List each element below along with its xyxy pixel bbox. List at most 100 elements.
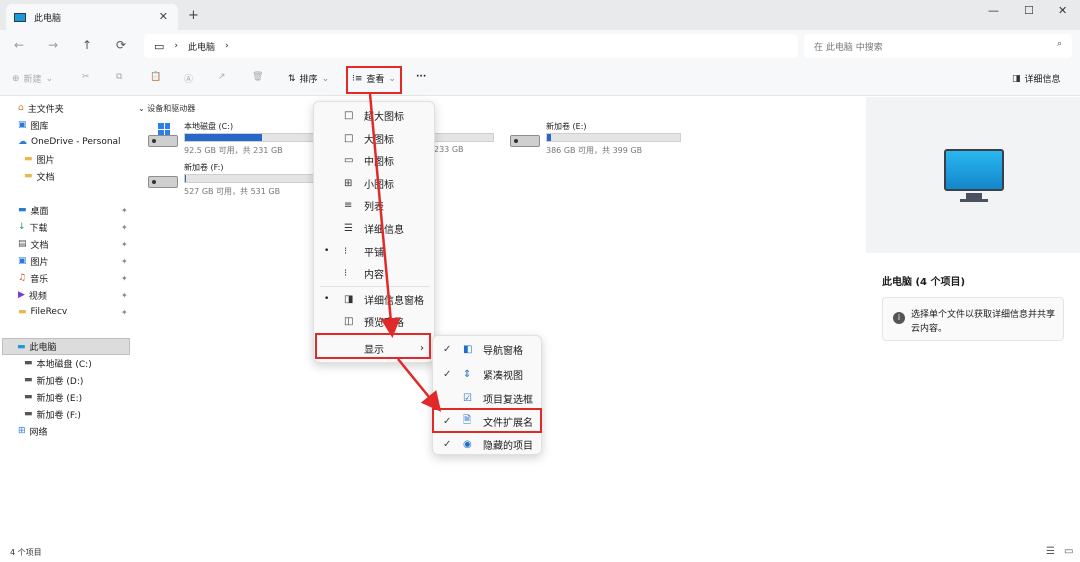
checkmark-icon: ✓ bbox=[443, 343, 452, 355]
sort-label: 排序 bbox=[299, 75, 318, 85]
download-icon: ↓ bbox=[18, 222, 26, 232]
file-view: ⌄ 设备和驱动器 本地磁盘 (C:) 92.5 GB 可用，共 231 GB 2… bbox=[136, 97, 864, 542]
submenu-item-item-checkboxes[interactable]: ☑ 项目复选框 bbox=[433, 387, 541, 409]
chevron-right-icon[interactable]: › bbox=[225, 41, 229, 51]
details-pane-button[interactable]: ◨ 详细信息 bbox=[1012, 72, 1061, 86]
command-bar: ⊕ 新建 ⌄ ✂ ⧉ 📋 Ⓐ ↗ 🗑 ⇅ 排序 ⌄ ⁝≡ 查看 ⌄ ··· ◨ … bbox=[0, 62, 1080, 96]
details-info-box: i 选择单个文件以获取详细信息并共享云内容。 bbox=[882, 297, 1064, 341]
sidebar-item-pictures[interactable]: ▣ 图片 bbox=[18, 253, 49, 269]
menu-item-content[interactable]: ⁝ 内容 bbox=[314, 263, 434, 283]
submenu-item-label: 隐藏的项目 bbox=[483, 440, 533, 452]
sidebar-item-desktop[interactable]: ▬ 桌面 bbox=[18, 202, 49, 218]
copy-icon[interactable]: ⧉ bbox=[116, 72, 122, 82]
pin-icon[interactable]: ✦ bbox=[121, 308, 128, 317]
new-button[interactable]: ⊕ 新建 ⌄ bbox=[12, 72, 53, 86]
minimize-button[interactable]: — bbox=[988, 4, 999, 17]
sidebar-item-label: 图片 bbox=[36, 155, 55, 166]
info-icon: i bbox=[893, 312, 905, 324]
medium-icons-icon: ▭ bbox=[344, 154, 354, 166]
sidebar-item-downloads[interactable]: ↓ 下载 bbox=[18, 219, 48, 235]
maximize-button[interactable]: ☐ bbox=[1024, 4, 1034, 17]
menu-item-label: 超大图标 bbox=[364, 111, 404, 123]
submenu-item-hidden-items[interactable]: ✓ ◉ 隐藏的项目 bbox=[433, 433, 541, 455]
sidebar-item-documents[interactable]: ▤ 文档 bbox=[18, 236, 49, 252]
share-icon[interactable]: ↗ bbox=[218, 72, 226, 82]
sidebar-item-label: FileRecv bbox=[30, 307, 68, 317]
sidebar-item-this-pc[interactable]: ▬ 此电脑 bbox=[2, 338, 130, 355]
sidebar-item-videos[interactable]: ▶ 视频 bbox=[18, 287, 47, 303]
submenu-item-compact-view[interactable]: ✓ ⇕ 紧凑视图 bbox=[433, 363, 541, 385]
menu-item-small-icons[interactable]: ⊞ 小图标 bbox=[314, 173, 434, 193]
paste-icon[interactable]: 📋 bbox=[150, 72, 161, 82]
menu-item-large-icons[interactable]: □ 大图标 bbox=[314, 128, 434, 148]
sidebar-item-onedrive-documents[interactable]: ▬ 文档 bbox=[24, 168, 55, 184]
delete-icon[interactable]: 🗑 bbox=[252, 72, 263, 82]
drive-usage-bar bbox=[546, 133, 681, 142]
drive-usage-bar bbox=[184, 174, 314, 183]
pin-icon[interactable]: ✦ bbox=[121, 240, 128, 249]
sidebar-item-drive-c[interactable]: ▬ 本地磁盘 (C:) bbox=[24, 355, 92, 371]
menu-item-extra-large-icons[interactable]: □ 超大图标 bbox=[314, 105, 434, 125]
drive-tile-c[interactable]: 本地磁盘 (C:) 92.5 GB 可用，共 231 GB bbox=[148, 121, 318, 155]
windows-logo-icon bbox=[158, 123, 170, 135]
search-icon[interactable]: ⌕ bbox=[1057, 39, 1062, 49]
sidebar-item-gallery[interactable]: ▣ 图库 bbox=[18, 117, 49, 133]
pin-icon[interactable]: ✦ bbox=[121, 257, 128, 266]
pin-icon[interactable]: ✦ bbox=[121, 291, 128, 300]
menu-item-details[interactable]: ☰ 详细信息 bbox=[314, 218, 434, 238]
sidebar-item-onedrive[interactable]: ☁ OneDrive - Personal bbox=[18, 134, 121, 150]
details-view-icon[interactable]: ☰ bbox=[1046, 546, 1055, 557]
drive-tile-e[interactable]: 新加卷 (E:) 386 GB 可用，共 399 GB bbox=[510, 121, 681, 155]
search-input[interactable]: 在 此电脑 中搜索 ⌕ bbox=[804, 34, 1072, 58]
computer-icon: ▬ bbox=[17, 341, 26, 352]
menu-item-medium-icons[interactable]: ▭ 中图标 bbox=[314, 150, 434, 170]
sidebar-item-filerecv[interactable]: ▬ FileRecv bbox=[18, 304, 67, 320]
forward-icon[interactable]: → bbox=[48, 38, 58, 52]
sidebar-item-drive-d[interactable]: ▬ 新加卷 (D:) bbox=[24, 372, 83, 388]
details-pane-icon: ◨ bbox=[344, 293, 354, 305]
sidebar-item-drive-f[interactable]: ▬ 新加卷 (F:) bbox=[24, 406, 81, 422]
pin-icon[interactable]: ✦ bbox=[121, 206, 128, 215]
navigation-pane-icon: ◧ bbox=[463, 343, 473, 355]
sidebar-item-music[interactable]: ♫ 音乐 bbox=[18, 270, 48, 286]
sort-button[interactable]: ⇅ 排序 ⌄ bbox=[288, 72, 329, 86]
rename-icon[interactable]: Ⓐ bbox=[184, 72, 193, 85]
menu-item-details-pane[interactable]: • ◨ 详细信息窗格 bbox=[314, 289, 434, 309]
new-tab-button[interactable]: + bbox=[188, 8, 199, 23]
drive-tile-f[interactable]: 新加卷 (F:) 527 GB 可用，共 531 GB bbox=[148, 162, 318, 196]
details-icon: ☰ bbox=[344, 222, 353, 234]
section-title: 设备和驱动器 bbox=[147, 104, 196, 113]
sidebar-item-onedrive-pictures[interactable]: ▬ 图片 bbox=[24, 151, 55, 167]
menu-item-preview-pane[interactable]: ◫ 预览窗格 bbox=[314, 311, 434, 331]
menu-item-label: 大图标 bbox=[364, 134, 394, 146]
more-options-button[interactable]: ··· bbox=[416, 72, 426, 82]
sidebar-item-network[interactable]: ⊞ 网络 bbox=[18, 423, 48, 439]
drive-icon: ▬ bbox=[24, 409, 33, 419]
sidebar-item-drive-e[interactable]: ▬ 新加卷 (E:) bbox=[24, 389, 82, 405]
back-icon[interactable]: ← bbox=[14, 38, 24, 52]
status-bar: 4 个项目 ☰ ▭ bbox=[0, 542, 1080, 562]
refresh-icon[interactable]: ⟳ bbox=[116, 38, 126, 52]
new-label: 新建 bbox=[23, 75, 42, 85]
breadcrumb-separator[interactable]: › bbox=[174, 41, 178, 51]
tab-this-pc[interactable]: 此电脑 ✕ bbox=[6, 4, 178, 30]
sidebar-item-home[interactable]: ⌂ 主文件夹 bbox=[18, 100, 64, 116]
cut-icon[interactable]: ✂ bbox=[82, 72, 90, 82]
menu-item-list[interactable]: ≡ 列表 bbox=[314, 195, 434, 215]
address-bar[interactable]: ▭ › 此电脑 › bbox=[144, 34, 798, 58]
close-tab-icon[interactable]: ✕ bbox=[159, 10, 168, 23]
section-header[interactable]: ⌄ 设备和驱动器 bbox=[138, 103, 195, 114]
pin-icon[interactable]: ✦ bbox=[121, 223, 128, 232]
picture-icon: ▣ bbox=[18, 256, 27, 266]
menu-item-tiles[interactable]: • ⁝ 平铺 bbox=[314, 241, 434, 261]
tiles-view-icon[interactable]: ▭ bbox=[1064, 546, 1073, 557]
folder-icon: ▬ bbox=[18, 307, 27, 317]
close-button[interactable]: ✕ bbox=[1058, 4, 1067, 17]
submenu-item-navigation-pane[interactable]: ✓ ◧ 导航窗格 bbox=[433, 338, 541, 360]
drive-space-info: 233 GB bbox=[434, 145, 464, 154]
up-icon[interactable]: ↑ bbox=[82, 38, 92, 52]
pin-icon[interactable]: ✦ bbox=[121, 274, 128, 283]
breadcrumb[interactable]: 此电脑 bbox=[188, 40, 215, 53]
drive-usage-fill bbox=[547, 134, 551, 141]
home-icon: ⌂ bbox=[18, 103, 24, 113]
